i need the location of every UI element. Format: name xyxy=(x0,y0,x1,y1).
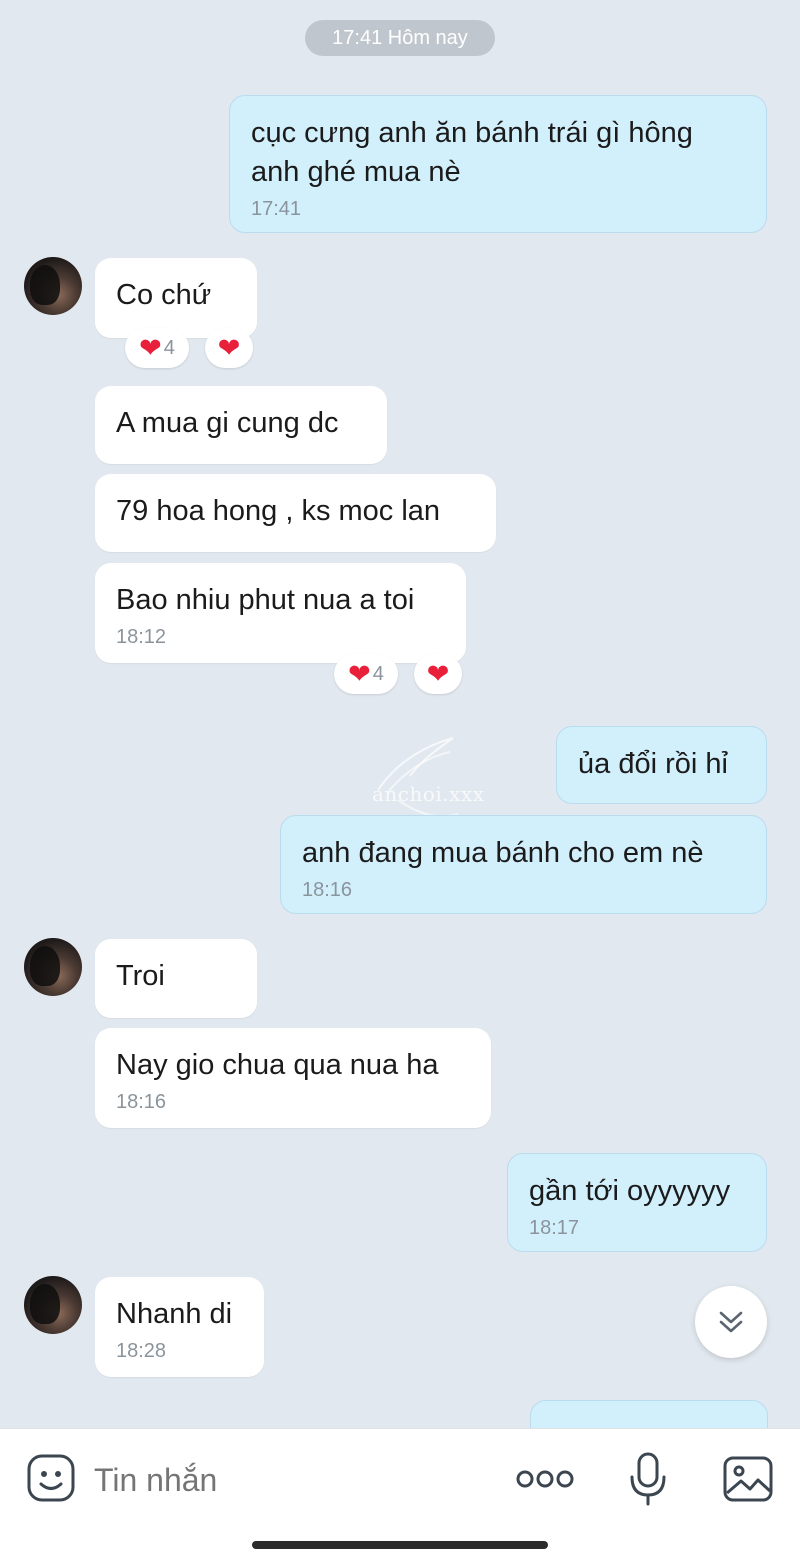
reaction-count: 4 xyxy=(163,336,175,359)
message-text: cục cưng anh ăn bánh trái gì hông xyxy=(251,117,693,149)
reaction-count: 4 xyxy=(372,662,384,685)
message-text: anh đang mua bánh cho em nè xyxy=(302,837,704,869)
message-time: 18:28 xyxy=(116,1340,167,1362)
react-heart-button[interactable]: ❤ xyxy=(205,328,253,368)
emoji-button[interactable] xyxy=(26,1453,76,1503)
incoming-message[interactable]: Nhanh di 18:28 xyxy=(95,1277,264,1377)
reaction-summary[interactable]: ❤ 4 xyxy=(125,328,189,368)
composer-bar xyxy=(0,1428,800,1561)
more-options-button[interactable] xyxy=(515,1461,575,1497)
message-time: 18:12 xyxy=(116,626,167,648)
chevron-double-down-icon xyxy=(719,1311,743,1333)
message-time: 18:17 xyxy=(529,1217,580,1239)
scroll-to-bottom-button[interactable] xyxy=(695,1286,767,1358)
heart-icon: ❤ xyxy=(139,332,162,363)
contact-avatar[interactable] xyxy=(24,938,82,996)
heart-icon: ❤ xyxy=(426,658,450,689)
incoming-message[interactable]: Co chứ xyxy=(95,258,257,338)
heart-icon: ❤ xyxy=(348,658,371,689)
outgoing-message[interactable]: gần tới oyyyyyy 18:17 xyxy=(507,1153,767,1252)
incoming-message[interactable]: A mua gi cung dc xyxy=(95,386,387,464)
outgoing-message-partial[interactable] xyxy=(530,1400,768,1428)
incoming-message[interactable]: Troi xyxy=(95,939,257,1018)
message-text: 79 hoa hong , ks moc lan xyxy=(116,495,441,527)
home-indicator[interactable] xyxy=(252,1541,548,1549)
message-text: Co chứ xyxy=(116,279,212,311)
more-options-icon xyxy=(516,1470,574,1488)
message-text: Bao nhiu phut nua a toi xyxy=(116,584,415,616)
incoming-message[interactable]: 79 hoa hong , ks moc lan xyxy=(95,474,496,552)
chat-area[interactable]: 17:41 Hôm nay cục cưng anh ăn bánh trái … xyxy=(0,0,800,1428)
react-heart-button[interactable]: ❤ xyxy=(414,654,462,694)
message-time: 18:16 xyxy=(302,879,353,901)
message-text: Nay gio chua qua nua ha xyxy=(116,1049,439,1081)
message-text: Nhanh di xyxy=(116,1298,233,1330)
incoming-message[interactable]: Nay gio chua qua nua ha 18:16 xyxy=(95,1028,491,1128)
message-text: Troi xyxy=(116,960,165,992)
voice-message-button[interactable] xyxy=(628,1451,668,1507)
emoji-icon xyxy=(27,1454,75,1502)
outgoing-message[interactable]: ủa đổi rồi hỉ xyxy=(556,726,767,804)
contact-avatar[interactable] xyxy=(24,257,82,315)
outgoing-message[interactable]: cục cưng anh ăn bánh trái gì hông anh gh… xyxy=(229,95,767,233)
microphone-icon xyxy=(630,1452,666,1506)
message-input[interactable] xyxy=(94,1453,484,1507)
heart-icon: ❤ xyxy=(217,332,241,363)
image-icon xyxy=(723,1456,773,1502)
outgoing-message[interactable]: anh đang mua bánh cho em nè 18:16 xyxy=(280,815,767,914)
message-text: ủa đổi rồi hỉ xyxy=(578,748,728,780)
date-separator: 17:41 Hôm nay xyxy=(305,20,495,56)
message-time: 17:41 xyxy=(251,198,302,220)
reaction-summary[interactable]: ❤ 4 xyxy=(334,654,398,694)
incoming-message[interactable]: Bao nhiu phut nua a toi 18:12 xyxy=(95,563,466,663)
message-text: gần tới oyyyyyy xyxy=(529,1175,731,1207)
message-time: 18:16 xyxy=(116,1091,167,1113)
message-text: A mua gi cung dc xyxy=(116,407,339,439)
message-text: anh ghé mua nè xyxy=(251,156,461,188)
send-image-button[interactable] xyxy=(722,1453,774,1505)
contact-avatar[interactable] xyxy=(24,1276,82,1334)
